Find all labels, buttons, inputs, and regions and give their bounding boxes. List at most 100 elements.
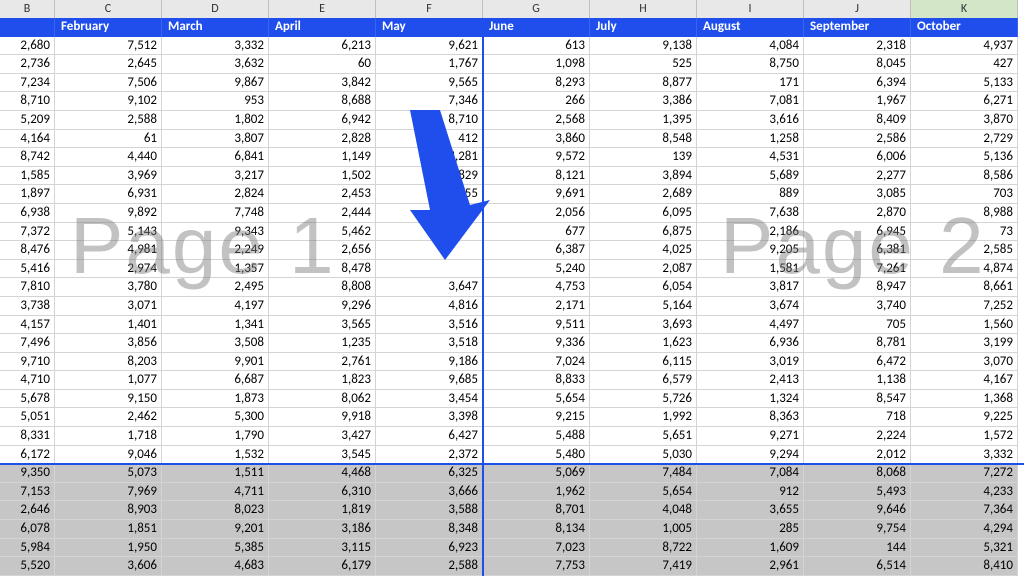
- cell[interactable]: 1,572: [911, 427, 1018, 446]
- cell[interactable]: 4,937: [911, 37, 1018, 56]
- cell[interactable]: 6,942: [269, 111, 376, 130]
- cell[interactable]: 8,258: [376, 204, 483, 223]
- cell[interactable]: 1,235: [269, 334, 376, 353]
- cell[interactable]: 8,947: [804, 278, 911, 297]
- cell[interactable]: 7,419: [590, 557, 697, 576]
- cell[interactable]: 6,172: [0, 446, 55, 465]
- cell[interactable]: 2,186: [697, 223, 804, 242]
- cell[interactable]: 9,343: [162, 223, 269, 242]
- cell[interactable]: 8,363: [697, 408, 804, 427]
- cell[interactable]: 7,024: [483, 353, 590, 372]
- cell[interactable]: 8,068: [804, 464, 911, 483]
- cell[interactable]: 2,318: [804, 37, 911, 56]
- cell[interactable]: 1,149: [269, 148, 376, 167]
- cell[interactable]: 8,281: [376, 148, 483, 167]
- cell[interactable]: 5,073: [55, 464, 162, 483]
- cell[interactable]: 5,416: [0, 260, 55, 279]
- cell[interactable]: 8,661: [911, 278, 1018, 297]
- cell[interactable]: 1,532: [162, 446, 269, 465]
- cell[interactable]: 2,645: [55, 55, 162, 74]
- cell[interactable]: 6,095: [590, 204, 697, 223]
- cell[interactable]: 525: [590, 55, 697, 74]
- cell[interactable]: 7,234: [0, 74, 55, 93]
- cell[interactable]: 1,767: [376, 55, 483, 74]
- cell[interactable]: 912: [697, 483, 804, 502]
- cell[interactable]: 7,346: [376, 92, 483, 111]
- cell[interactable]: 7,153: [0, 483, 55, 502]
- header-cell[interactable]: June: [483, 18, 590, 37]
- cell[interactable]: 6,931: [55, 185, 162, 204]
- cell[interactable]: 2,656: [269, 241, 376, 260]
- cell[interactable]: 2,729: [911, 130, 1018, 149]
- cell[interactable]: 2,087: [590, 260, 697, 279]
- cell[interactable]: 3,860: [483, 130, 590, 149]
- cell[interactable]: 613: [483, 37, 590, 56]
- cell[interactable]: 6,213: [269, 37, 376, 56]
- cell[interactable]: 1,341: [162, 316, 269, 335]
- col-header-B[interactable]: B: [0, 0, 55, 18]
- cell[interactable]: 5,300: [162, 408, 269, 427]
- cell[interactable]: 9,271: [697, 427, 804, 446]
- cell[interactable]: 3,398: [376, 408, 483, 427]
- cell[interactable]: 9,572: [483, 148, 590, 167]
- cell[interactable]: 1,560: [911, 316, 1018, 335]
- cell[interactable]: 953: [162, 92, 269, 111]
- cell[interactable]: 8,781: [804, 334, 911, 353]
- cell[interactable]: 6,923: [376, 539, 483, 558]
- cell[interactable]: 3,606: [55, 557, 162, 576]
- cell[interactable]: 3,738: [0, 297, 55, 316]
- cell[interactable]: 1,851: [55, 520, 162, 539]
- cell[interactable]: 7,084: [697, 464, 804, 483]
- cell[interactable]: 4,440: [55, 148, 162, 167]
- cell[interactable]: 3,740: [804, 297, 911, 316]
- cell[interactable]: 2,870: [804, 204, 911, 223]
- cell[interactable]: 3,856: [55, 334, 162, 353]
- cell[interactable]: 5,654: [483, 390, 590, 409]
- col-header-G[interactable]: G: [483, 0, 590, 18]
- cell[interactable]: 8,478: [269, 260, 376, 279]
- cell[interactable]: 6,514: [804, 557, 911, 576]
- cell[interactable]: 2,568: [483, 111, 590, 130]
- cell[interactable]: 8,750: [697, 55, 804, 74]
- cell[interactable]: 6,179: [269, 557, 376, 576]
- cell[interactable]: 3,666: [376, 483, 483, 502]
- cell[interactable]: 9,225: [911, 408, 1018, 427]
- cell[interactable]: 1,790: [162, 427, 269, 446]
- cell[interactable]: 7,372: [0, 223, 55, 242]
- cell[interactable]: 9,215: [483, 408, 590, 427]
- cell[interactable]: 1,581: [697, 260, 804, 279]
- cell[interactable]: 6,115: [590, 353, 697, 372]
- cell[interactable]: 2,171: [483, 297, 590, 316]
- cell[interactable]: 6,938: [0, 204, 55, 223]
- cell[interactable]: 2,689: [590, 185, 697, 204]
- cell[interactable]: 4,531: [697, 148, 804, 167]
- cell[interactable]: 9,918: [269, 408, 376, 427]
- cell[interactable]: 1,585: [0, 167, 55, 186]
- cell[interactable]: 4,167: [911, 371, 1018, 390]
- cell[interactable]: 8,808: [269, 278, 376, 297]
- cell[interactable]: 4,048: [590, 501, 697, 520]
- cell[interactable]: 9,892: [55, 204, 162, 223]
- cell[interactable]: 3,332: [162, 37, 269, 56]
- cell[interactable]: 9,046: [55, 446, 162, 465]
- cell[interactable]: 3,071: [55, 297, 162, 316]
- cell[interactable]: 5,051: [0, 408, 55, 427]
- cell[interactable]: 9,296: [269, 297, 376, 316]
- cell[interactable]: 285: [697, 520, 804, 539]
- cell[interactable]: 3,332: [911, 446, 1018, 465]
- cell[interactable]: 3,588: [376, 501, 483, 520]
- cell[interactable]: 889: [697, 185, 804, 204]
- cell[interactable]: 9,511: [483, 316, 590, 335]
- cell[interactable]: 9,646: [804, 501, 911, 520]
- cell[interactable]: 6,325: [376, 464, 483, 483]
- col-header-E[interactable]: E: [269, 0, 376, 18]
- cell[interactable]: 5,488: [483, 427, 590, 446]
- cell[interactable]: 2,824: [162, 185, 269, 204]
- cell[interactable]: 3,199: [911, 334, 1018, 353]
- cell[interactable]: 3,427: [269, 427, 376, 446]
- cell[interactable]: 2,828: [269, 130, 376, 149]
- cell[interactable]: 4,497: [697, 316, 804, 335]
- cell[interactable]: 8,548: [590, 130, 697, 149]
- cell[interactable]: 8,203: [55, 353, 162, 372]
- cell[interactable]: 2,646: [0, 501, 55, 520]
